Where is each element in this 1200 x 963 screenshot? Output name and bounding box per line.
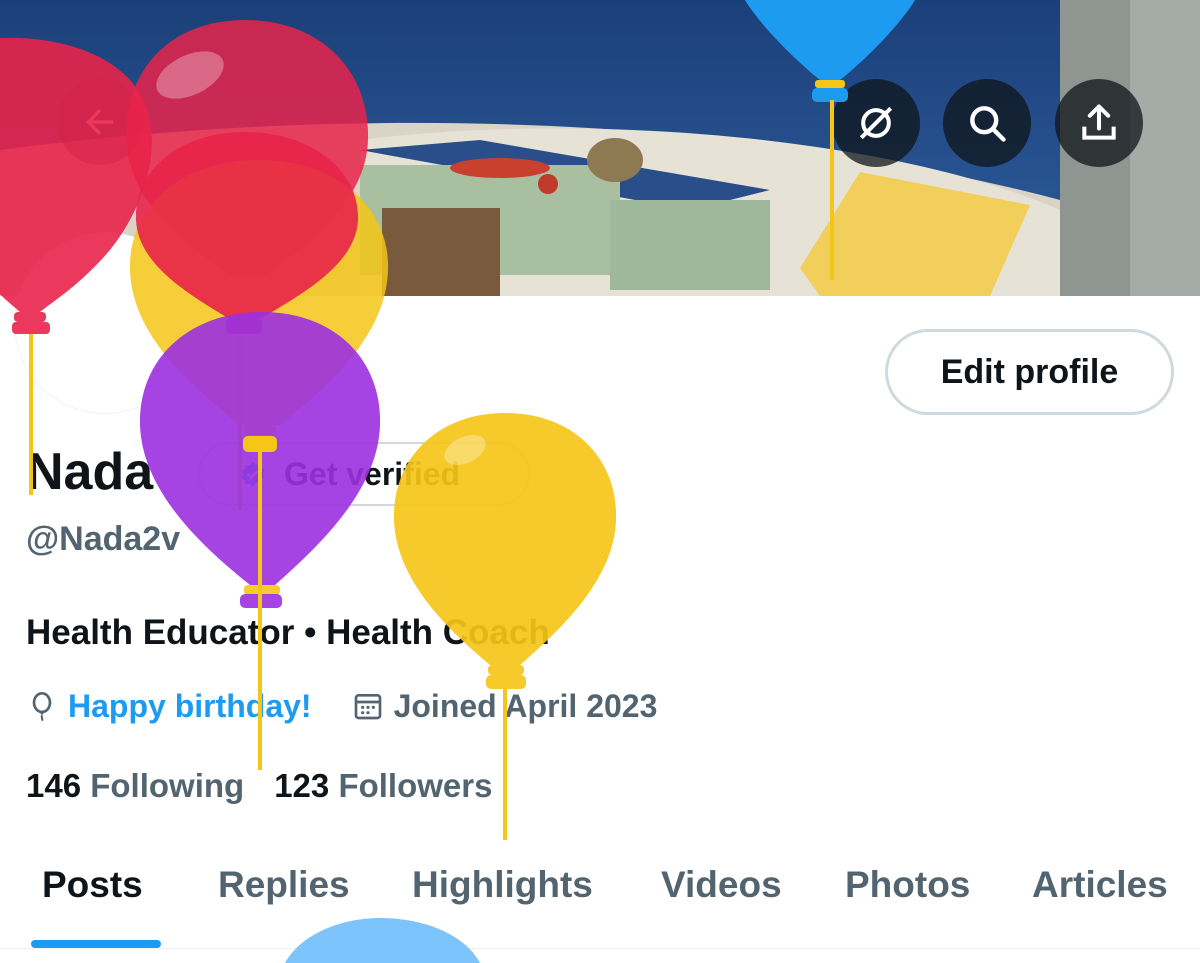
verified-badge-icon — [241, 461, 265, 487]
followers-label: Followers — [338, 767, 493, 804]
following-label: Following — [90, 767, 245, 804]
get-verified-button[interactable]: Get verified — [198, 442, 530, 506]
tab-replies[interactable]: Replies — [218, 860, 350, 910]
back-button[interactable] — [57, 79, 143, 165]
grok-icon — [859, 106, 893, 140]
display-name: Nada — [26, 443, 154, 501]
profile-meta: Happy birthday! Joined April 2023 — [26, 683, 657, 729]
active-tab-indicator — [31, 940, 161, 948]
search-icon — [970, 106, 1006, 142]
bio-text: Health Educator • Health Coach — [26, 613, 550, 652]
balloon-icon — [32, 692, 52, 722]
back-arrow-icon — [86, 109, 114, 135]
joined-date: Joined April 2023 — [393, 687, 658, 724]
following-link[interactable]: 146 Following — [26, 767, 244, 805]
user-handle: @Nada2v — [26, 520, 181, 558]
get-verified-label: Get verified — [284, 455, 461, 492]
avatar[interactable] — [14, 232, 196, 414]
tab-posts[interactable]: Posts — [42, 860, 143, 910]
profile-tabs: Posts Replies Highlights Videos Photos A… — [0, 830, 1200, 949]
tab-highlights[interactable]: Highlights — [412, 860, 593, 910]
joined-item: Joined April 2023 — [352, 687, 658, 725]
followers-count: 123 — [274, 767, 330, 804]
share-button[interactable] — [1055, 79, 1143, 167]
tab-photos[interactable]: Photos — [845, 860, 970, 910]
tab-videos[interactable]: Videos — [661, 860, 782, 910]
calendar-icon — [354, 694, 381, 720]
tab-articles[interactable]: Articles — [1032, 860, 1168, 910]
grok-button[interactable] — [832, 79, 920, 167]
birthday-item: Happy birthday! — [26, 688, 312, 725]
share-icon — [1082, 104, 1116, 140]
following-count: 146 — [26, 767, 82, 804]
follow-stats: 146 Following 123 Followers — [26, 763, 492, 809]
edit-profile-button[interactable]: Edit profile — [885, 329, 1174, 415]
search-button[interactable] — [943, 79, 1031, 167]
followers-link[interactable]: 123 Followers — [274, 767, 492, 805]
birthday-link[interactable]: Happy birthday! — [68, 688, 312, 725]
